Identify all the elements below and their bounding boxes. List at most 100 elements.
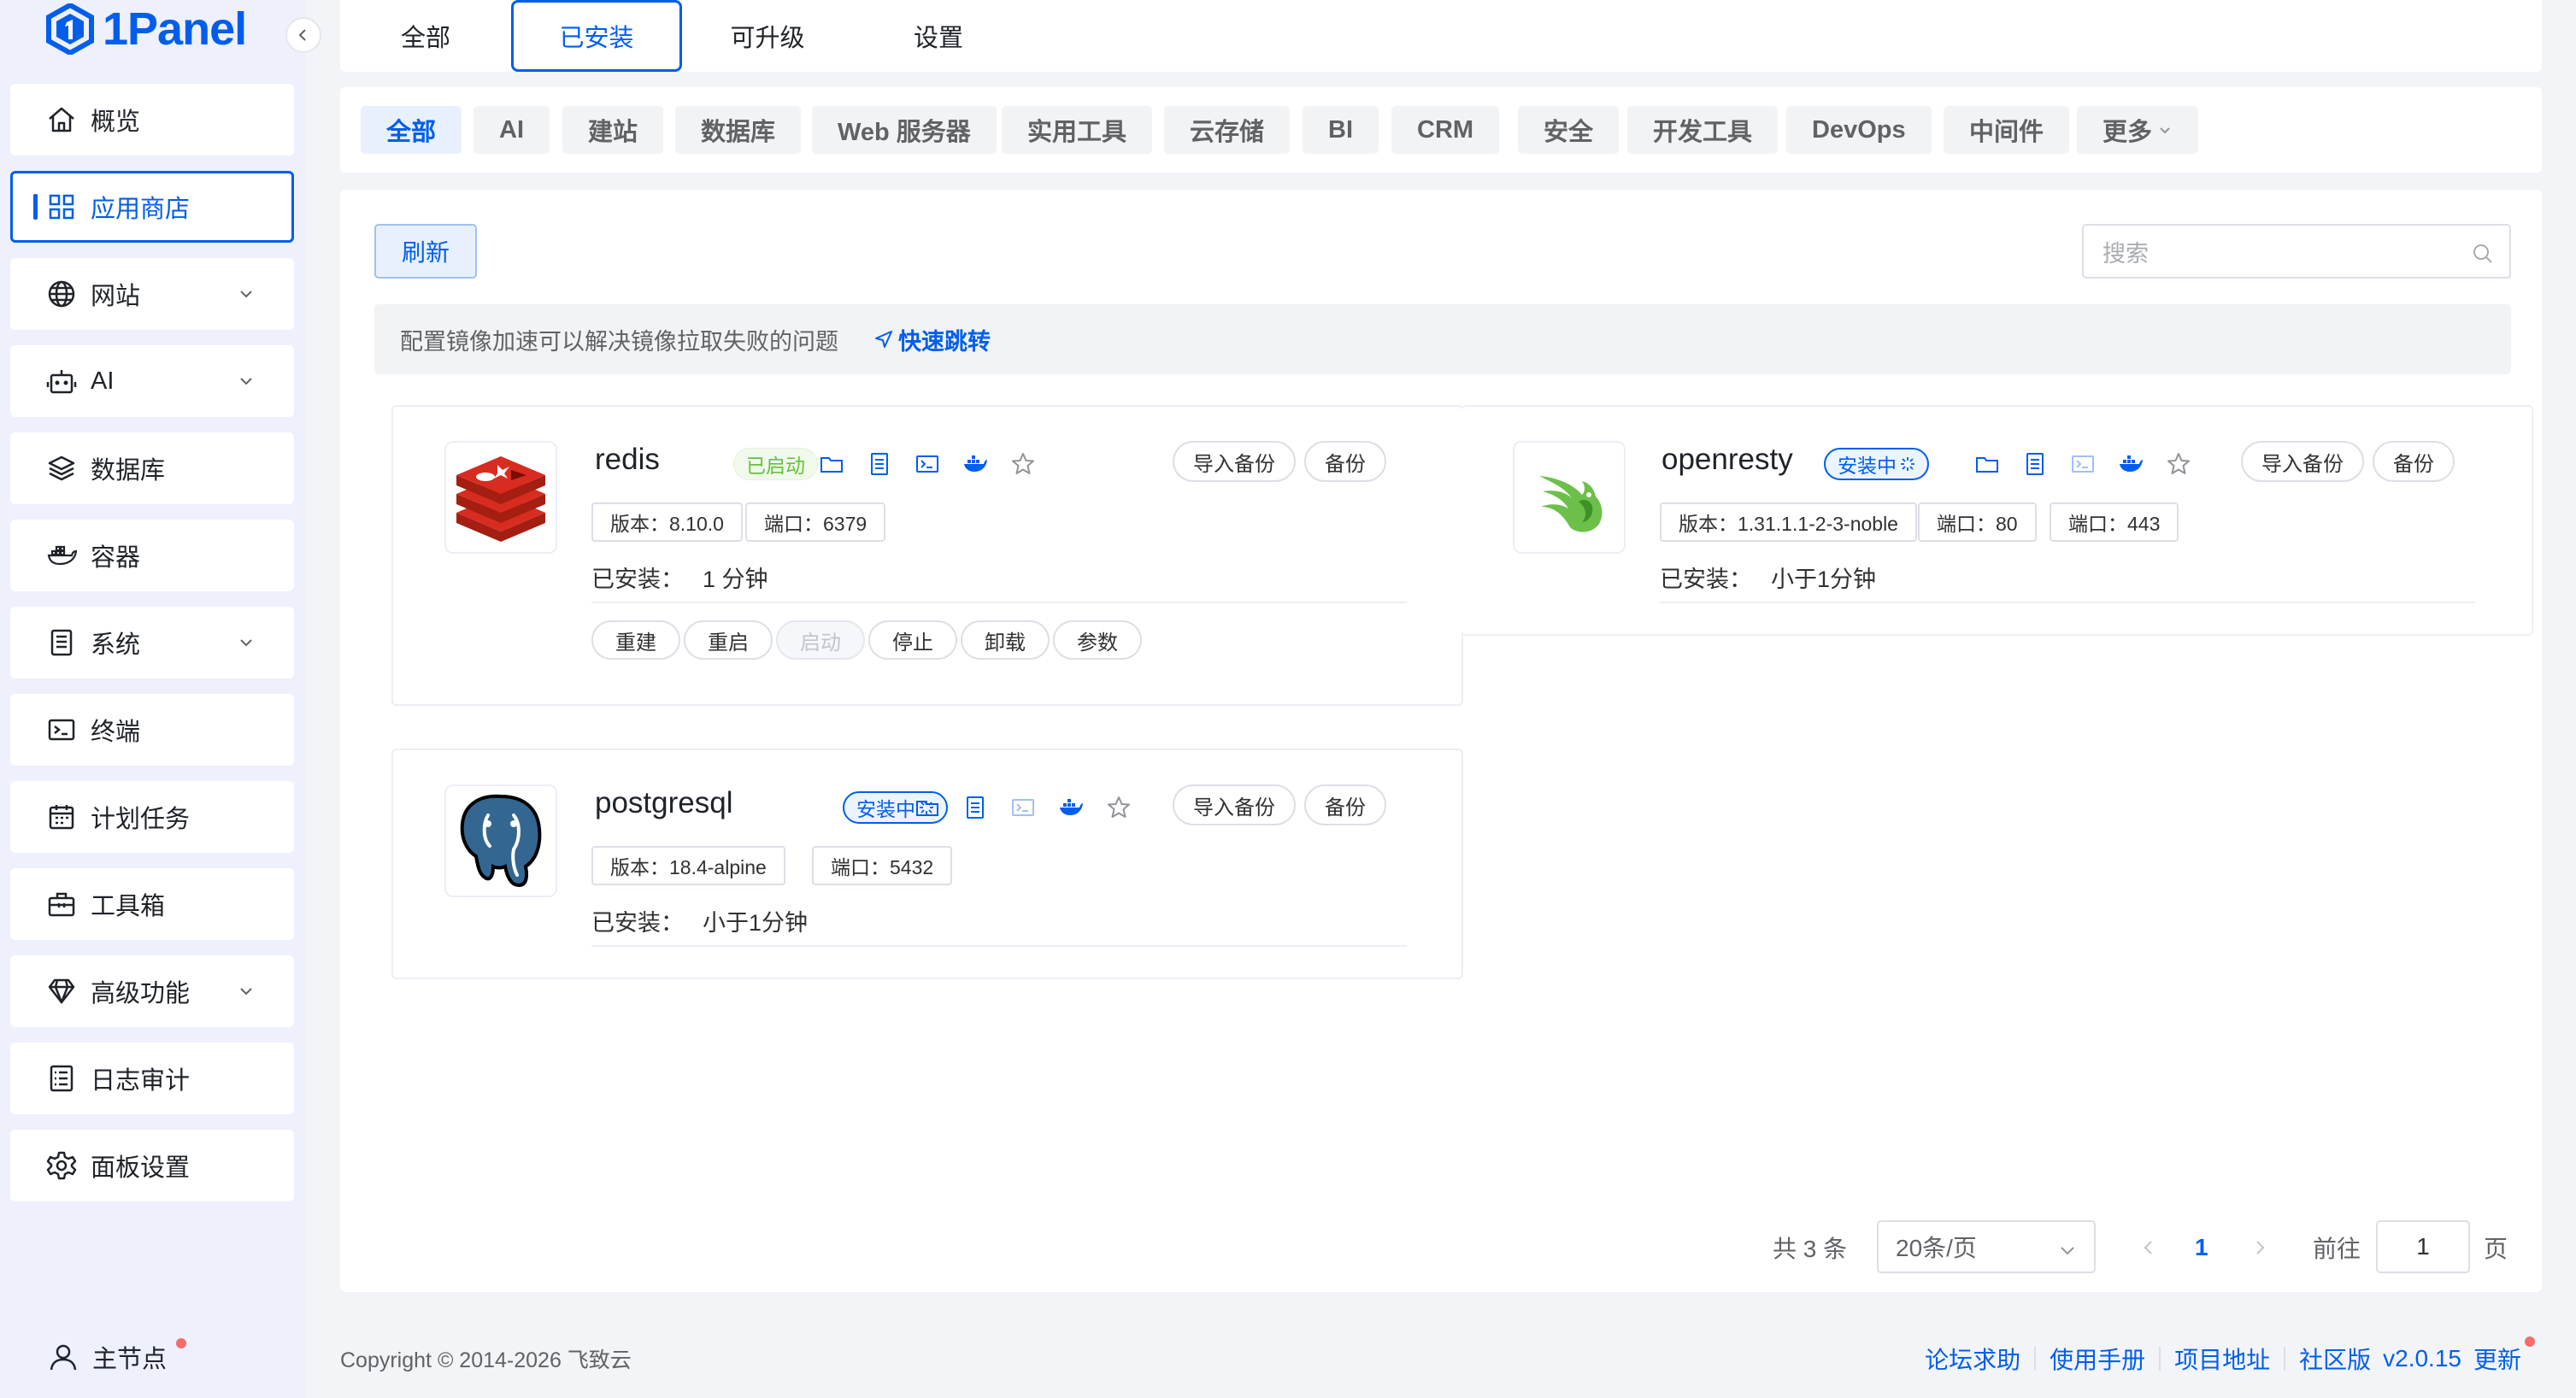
app-actions — [819, 451, 1058, 477]
total-count: 共 3 条 — [1773, 1236, 1848, 1262]
backup-button[interactable]: 备份 — [1304, 784, 1386, 825]
sidebar-item-label: 网站 — [91, 283, 141, 310]
document-icon[interactable] — [962, 795, 988, 820]
sidebar-item-websites[interactable]: 网站 — [10, 258, 294, 330]
port-tag: 端口：5432 — [812, 846, 953, 885]
terminal-icon[interactable] — [915, 451, 940, 477]
terminal-icon[interactable] — [1010, 795, 1036, 820]
tab-installed[interactable]: 已安装 — [511, 0, 682, 72]
category-utilities[interactable]: 实用工具 — [1002, 106, 1153, 154]
import-backup-button[interactable]: 导入备份 — [1173, 784, 1296, 825]
page-size-select[interactable]: 20条/页 — [1877, 1220, 2096, 1273]
document-icon[interactable] — [2022, 451, 2048, 477]
app-name[interactable]: postgresql — [595, 786, 732, 820]
document-icon[interactable] — [867, 451, 892, 477]
sidebar-item-overview[interactable]: 概览 — [10, 84, 294, 156]
sidebar-item-label: 面板设置 — [91, 1154, 191, 1182]
category-devops[interactable]: DevOps — [1786, 106, 1932, 154]
prev-page-icon[interactable] — [2138, 1237, 2159, 1258]
sidebar-collapse-button[interactable] — [285, 17, 321, 53]
rebuild-button[interactable]: 重建 — [591, 620, 680, 660]
brand-logo[interactable]: 1Panel — [46, 2, 247, 56]
sidebar-item-ai[interactable]: AI — [10, 345, 294, 417]
forum-link[interactable]: 论坛求助 — [1925, 1342, 2020, 1376]
footer: Copyright © 2014-2026 飞致云 论坛求助 使用手册 项目地址… — [340, 1319, 2542, 1398]
category-dev-tools[interactable]: 开发工具 — [1627, 106, 1779, 154]
sidebar-item-app-store[interactable]: 应用商店 — [10, 171, 294, 243]
app-name[interactable]: redis — [595, 443, 660, 477]
category-website[interactable]: 建站 — [562, 106, 664, 154]
sidebar-item-toolbox[interactable]: 工具箱 — [10, 868, 294, 940]
uninstall-button[interactable]: 卸载 — [961, 620, 1050, 660]
category-security[interactable]: 安全 — [1518, 106, 1620, 154]
sidebar-item-label: 概览 — [91, 109, 141, 136]
star-icon[interactable] — [1010, 451, 1036, 477]
category-web-server[interactable]: Web 服务器 — [812, 106, 997, 154]
tab-upgradable[interactable]: 可升级 — [682, 0, 853, 72]
node-selector[interactable]: 主节点 — [0, 1316, 306, 1398]
category-ai[interactable]: AI — [473, 106, 550, 154]
app-actions — [1974, 451, 2214, 477]
sidebar-item-terminal[interactable]: 终端 — [10, 694, 294, 766]
page-number-current[interactable]: 1 — [2195, 1220, 2208, 1275]
project-link[interactable]: 项目地址 — [2174, 1342, 2270, 1376]
installed-apps-panel: 刷新 搜索 配置镜像加速可以解决镜像拉取失败的问题 快速跳转 redis 已启动… — [340, 190, 2542, 1292]
stop-button[interactable]: 停止 — [868, 620, 957, 660]
app-name[interactable]: openresty — [1661, 443, 1793, 477]
sidebar-item-label: 计划任务 — [91, 806, 191, 833]
port-tag: 端口：80 — [1918, 502, 2037, 542]
tab-all[interactable]: 全部 — [340, 0, 511, 72]
divider — [591, 945, 1407, 947]
sidebar-item-advanced[interactable]: 高级功能 — [10, 955, 294, 1027]
params-button[interactable]: 参数 — [1053, 620, 1142, 660]
backup-button[interactable]: 备份 — [2373, 441, 2455, 482]
goto-page-input[interactable]: 1 — [2376, 1220, 2470, 1273]
refresh-button[interactable]: 刷新 — [374, 224, 477, 279]
sidebar-item-containers[interactable]: 容器 — [10, 520, 294, 591]
category-more[interactable]: 更多 — [2077, 106, 2199, 154]
import-backup-button[interactable]: 导入备份 — [1173, 441, 1296, 482]
category-bi[interactable]: BI — [1303, 106, 1379, 154]
restart-button[interactable]: 重启 — [684, 620, 773, 660]
backup-button[interactable]: 备份 — [1304, 441, 1386, 482]
folder-icon[interactable] — [819, 451, 844, 477]
docker-icon[interactable] — [2118, 451, 2144, 477]
search-input[interactable]: 搜索 — [2082, 224, 2511, 279]
sidebar-item-database[interactable]: 数据库 — [10, 432, 294, 504]
chevron-down-icon — [240, 639, 252, 647]
divider — [591, 602, 1407, 603]
installed-label: 已安装： — [591, 910, 684, 936]
start-button[interactable]: 启动 — [776, 620, 865, 660]
category-cloud-storage[interactable]: 云存储 — [1164, 106, 1291, 154]
update-link[interactable]: 更新 — [2473, 1342, 2521, 1376]
category-all[interactable]: 全部 — [361, 106, 462, 154]
sidebar-item-cronjobs[interactable]: 计划任务 — [10, 781, 294, 853]
installed-time: 已安装： 1 分钟 — [591, 561, 768, 594]
quick-jump-link[interactable]: 快速跳转 — [873, 323, 991, 356]
sidebar-item-system[interactable]: 系统 — [10, 607, 294, 678]
active-indicator — [33, 194, 38, 220]
chevron-down-icon — [2061, 1247, 2074, 1255]
chevron-down-icon — [2160, 127, 2170, 134]
star-icon[interactable] — [1106, 795, 1132, 820]
sidebar-item-logs[interactable]: 日志审计 — [10, 1043, 294, 1114]
next-page-icon[interactable] — [2250, 1237, 2270, 1258]
category-crm[interactable]: CRM — [1391, 106, 1500, 154]
folder-icon[interactable] — [915, 795, 940, 820]
category-middleware[interactable]: 中间件 — [1944, 106, 2070, 154]
import-backup-button[interactable]: 导入备份 — [2241, 441, 2364, 482]
tab-settings[interactable]: 设置 — [853, 0, 1024, 72]
docker-icon[interactable] — [1058, 795, 1084, 820]
folder-icon[interactable] — [1974, 451, 2000, 477]
quick-jump-label: 快速跳转 — [898, 328, 991, 355]
manual-link[interactable]: 使用手册 — [2050, 1342, 2145, 1376]
docker-icon[interactable] — [962, 451, 988, 477]
category-database[interactable]: 数据库 — [675, 106, 802, 154]
star-icon[interactable] — [2166, 451, 2191, 477]
terminal-icon[interactable] — [2070, 451, 2096, 477]
list-icon — [50, 1065, 74, 1092]
sidebar-menu: 概览 应用商店 网站 AI 数据库 容器 系统 终端 计划任务 工具箱 高级功能… — [10, 84, 294, 1217]
edition-link[interactable]: 社区版 — [2299, 1342, 2371, 1376]
sidebar-item-settings[interactable]: 面板设置 — [10, 1130, 294, 1201]
divider — [2159, 1347, 2161, 1371]
